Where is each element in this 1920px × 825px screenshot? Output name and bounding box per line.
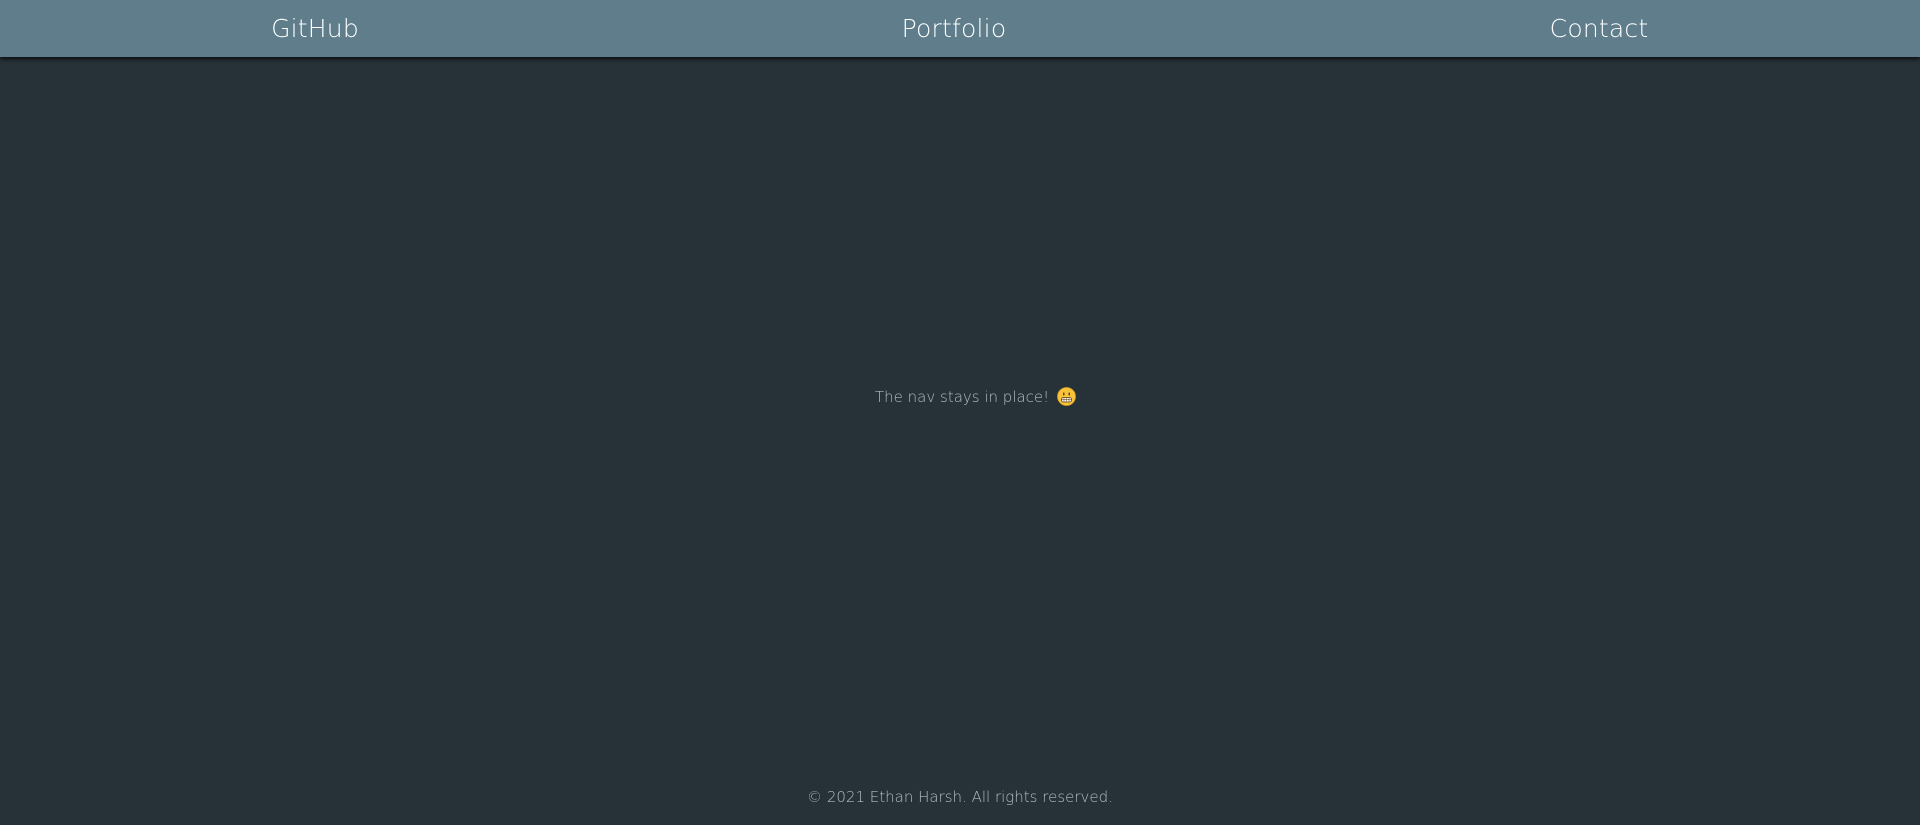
top-navbar: GitHub Portfolio Contact	[0, 0, 1920, 57]
nav-link-contact[interactable]: Contact	[1550, 0, 1649, 57]
nav-message: The nav stays in place!	[875, 387, 1076, 406]
grimacing-face-icon	[1057, 387, 1076, 406]
copyright-text: © 2021 Ethan Harsh. All rights reserved.	[807, 788, 1113, 806]
page-footer: © 2021 Ethan Harsh. All rights reserved.	[0, 788, 1920, 806]
nav-message-text: The nav stays in place!	[875, 388, 1050, 406]
main-content	[0, 57, 1920, 825]
nav-link-portfolio[interactable]: Portfolio	[902, 0, 1007, 57]
nav-link-github[interactable]: GitHub	[271, 0, 359, 57]
